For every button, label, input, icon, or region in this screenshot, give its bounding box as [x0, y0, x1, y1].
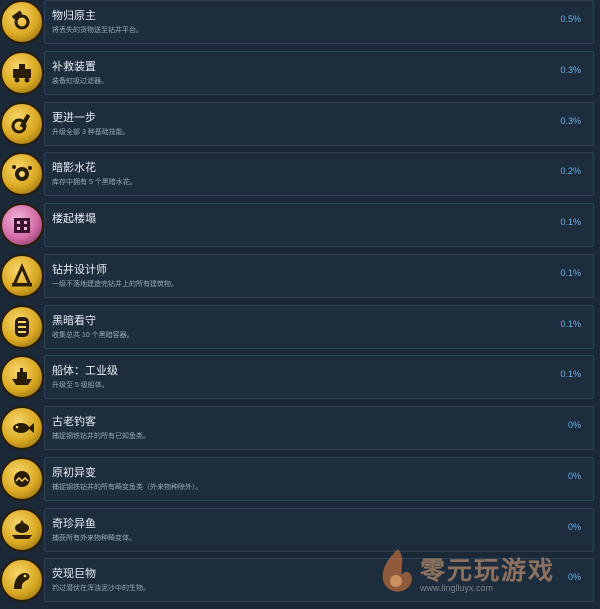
- unlock-percentage: 0.1%: [560, 217, 581, 227]
- unlock-percentage: 0%: [567, 471, 581, 481]
- achievement-card: 古老钓客捕捉钢铁钻井的所有已知鱼类。 0%: [44, 406, 594, 450]
- sea-monster-icon: [0, 558, 44, 602]
- achievement-description: 捕捉钢铁钻井的所有畸变鱼类（外来物种除外）。: [52, 484, 203, 491]
- fish-icon: [0, 406, 44, 450]
- achievement-title: 物归原主: [52, 10, 96, 22]
- achievement-row[interactable]: 荧现巨物钓过潜伏在浑浊泥沙中的生物。 0%: [0, 558, 600, 609]
- achievement-title: 更进一步: [52, 112, 96, 124]
- achievement-title: 奇珍异鱼: [52, 518, 96, 530]
- achievement-card: 物归原主将丢失的货物送至钻井平台。 0.5%: [44, 0, 594, 44]
- achievement-description: 库存中拥有 5 个黑暗水花。: [52, 179, 137, 186]
- unlock-percentage: 0%: [567, 420, 581, 430]
- achievement-description: 捕捉钢铁钻井的所有已知鱼类。: [52, 433, 150, 440]
- achievement-description: 捕获所有外来物种畸变体。: [52, 535, 136, 542]
- achievement-description: 升级全部 3 种基础技能。: [52, 129, 130, 136]
- building-icon: [0, 203, 44, 247]
- achievement-description: 收集总共 10 个黑暗容器。: [52, 332, 134, 339]
- achievement-row[interactable]: 黑暗看守收集总共 10 个黑暗容器。 0.1%: [0, 305, 600, 356]
- achievement-card: 楼起楼塌 0.1%: [44, 203, 594, 247]
- achievement-description: 升级至 5 级船体。: [52, 382, 109, 389]
- achievement-row[interactable]: 原初异变捕捉钢铁钻井的所有畸变鱼类（外来物种除外）。 0%: [0, 457, 600, 508]
- achievement-description: 一级不落地建造完钻井上的所有建筑物。: [52, 281, 178, 288]
- tools-icon: [0, 102, 44, 146]
- splash-icon: [0, 152, 44, 196]
- achievement-row[interactable]: 更进一步升级全部 3 种基础技能。 0.3%: [0, 102, 600, 153]
- achievement-row[interactable]: 楼起楼塌 0.1%: [0, 203, 600, 254]
- achievement-row[interactable]: 古老钓客捕捉钢铁钻井的所有已知鱼类。 0%: [0, 406, 600, 457]
- achievement-card: 船体：工业级升级至 5 级船体。 0.1%: [44, 355, 594, 399]
- unlock-percentage: 0.1%: [560, 319, 581, 329]
- achievement-row[interactable]: 暗影水花库存中拥有 5 个黑暗水花。 0.2%: [0, 152, 600, 203]
- unlock-percentage: 0%: [567, 522, 581, 532]
- unlock-percentage: 0.1%: [560, 369, 581, 379]
- achievement-description: 装备虹吸过滤器。: [52, 78, 108, 85]
- achievement-card: 奇珍异鱼捕获所有外来物种畸变体。 0%: [44, 508, 594, 552]
- container-icon: [0, 305, 44, 349]
- achievement-title: 黑暗看守: [52, 315, 96, 327]
- achievement-title: 楼起楼塌: [52, 213, 96, 225]
- achievement-card: 荧现巨物钓过潜伏在浑浊泥沙中的生物。 0%: [44, 558, 594, 602]
- achievement-description: 将丢失的货物送至钻井平台。: [52, 27, 143, 34]
- unlock-percentage: 0.2%: [560, 166, 581, 176]
- achievement-title: 船体：工业级: [52, 365, 118, 377]
- achievement-card: 黑暗看守收集总共 10 个黑暗容器。 0.1%: [44, 305, 594, 349]
- achievement-title: 荧现巨物: [52, 568, 96, 580]
- unlock-percentage: 0%: [567, 572, 581, 582]
- achievement-card: 补救装置装备虹吸过滤器。 0.3%: [44, 51, 594, 95]
- achievement-row[interactable]: 船体：工业级升级至 5 级船体。 0.1%: [0, 355, 600, 406]
- ship-icon: [0, 355, 44, 399]
- achievement-row[interactable]: 钻井设计师一级不落地建造完钻井上的所有建筑物。 0.1%: [0, 254, 600, 305]
- achievement-title: 钻井设计师: [52, 264, 107, 276]
- achievement-row[interactable]: 奇珍异鱼捕获所有外来物种畸变体。 0%: [0, 508, 600, 559]
- achievement-title: 原初异变: [52, 467, 96, 479]
- unlock-percentage: 0.3%: [560, 65, 581, 75]
- machine-icon: [0, 51, 44, 95]
- achievement-row[interactable]: 物归原主将丢失的货物送至钻井平台。 0.5%: [0, 0, 600, 51]
- unlock-percentage: 0.3%: [560, 116, 581, 126]
- unlock-percentage: 0.1%: [560, 268, 581, 278]
- achievement-card: 钻井设计师一级不落地建造完钻井上的所有建筑物。 0.1%: [44, 254, 594, 298]
- achievement-card: 更进一步升级全部 3 种基础技能。 0.3%: [44, 102, 594, 146]
- achievement-title: 暗影水花: [52, 162, 96, 174]
- mutant-fish-icon: [0, 457, 44, 501]
- hammer-gear-icon: [0, 0, 44, 44]
- achievement-row[interactable]: 补救装置装备虹吸过滤器。 0.3%: [0, 51, 600, 102]
- crane-icon: [0, 254, 44, 298]
- achievement-description: 钓过潜伏在浑浊泥沙中的生物。: [52, 585, 150, 592]
- exotic-fish-icon: [0, 508, 44, 552]
- achievement-title: 补救装置: [52, 61, 96, 73]
- unlock-percentage: 0.5%: [560, 14, 581, 24]
- achievement-card: 原初异变捕捉钢铁钻井的所有畸变鱼类（外来物种除外）。 0%: [44, 457, 594, 501]
- achievement-card: 暗影水花库存中拥有 5 个黑暗水花。 0.2%: [44, 152, 594, 196]
- achievement-title: 古老钓客: [52, 416, 96, 428]
